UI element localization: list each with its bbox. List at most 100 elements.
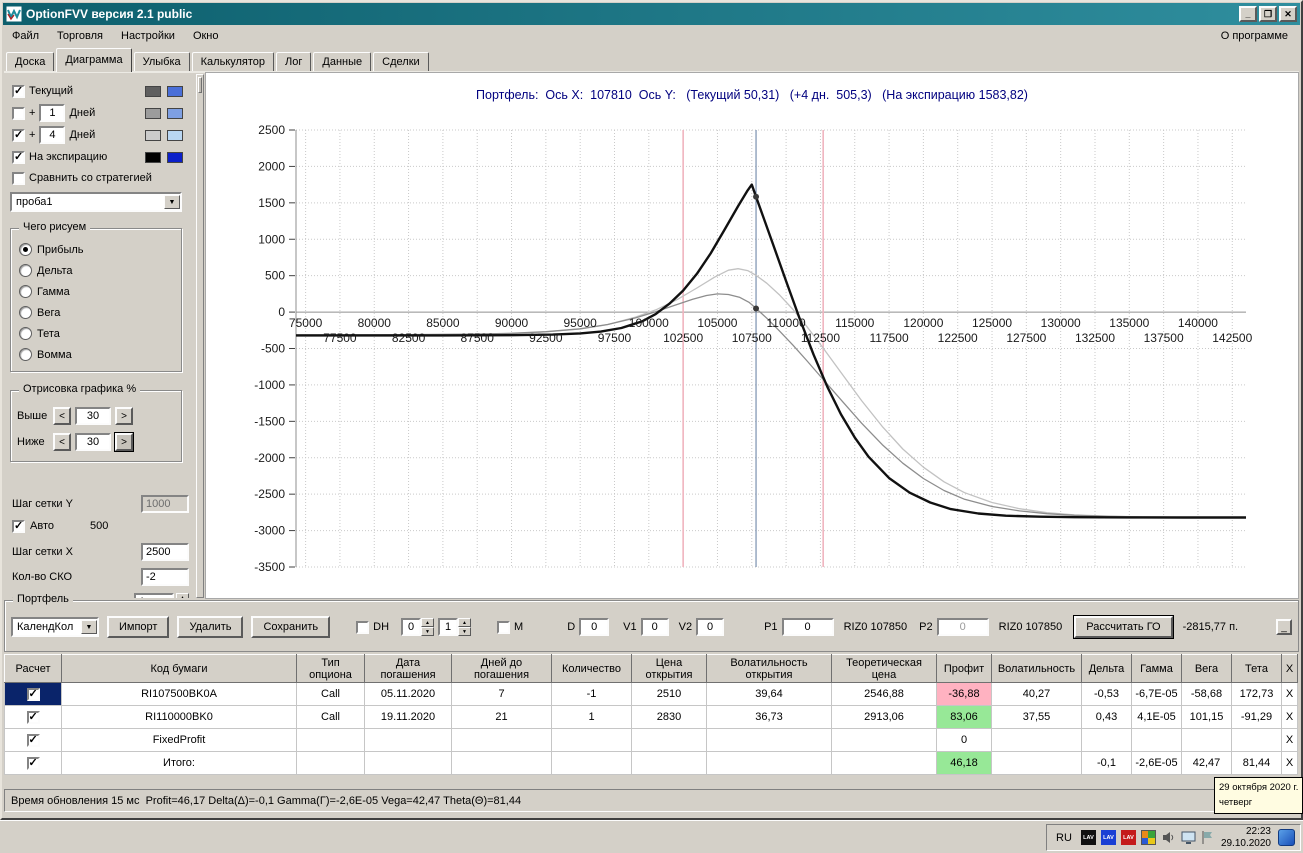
below-percent-input[interactable] bbox=[75, 433, 111, 451]
gamma-radio[interactable] bbox=[19, 285, 32, 298]
taskbar[interactable]: RU LAV LAV LAV 22:23 29.10.2020 bbox=[0, 820, 1303, 853]
col-header-gamma[interactable]: Гамма bbox=[1131, 654, 1182, 683]
plus4-color-swatch-1[interactable] bbox=[145, 129, 161, 141]
cube-icon[interactable] bbox=[1140, 830, 1156, 845]
radio-row-vomma[interactable]: Вомма bbox=[19, 344, 181, 365]
tab-ulybka[interactable]: Улыбка bbox=[133, 52, 190, 72]
profit-radio[interactable] bbox=[19, 243, 32, 256]
dh-spin1-input[interactable] bbox=[401, 618, 422, 636]
tab-diagramma[interactable]: Диаграмма bbox=[56, 48, 132, 72]
row-delete-button[interactable]: Х bbox=[1281, 728, 1298, 752]
close-button[interactable]: ✕ bbox=[1279, 6, 1297, 22]
row-calc-cell[interactable] bbox=[4, 751, 62, 775]
minimize-button[interactable]: _ bbox=[1239, 6, 1257, 22]
plus1-color-swatch-1[interactable] bbox=[145, 107, 161, 119]
lav-black-icon[interactable]: LAV bbox=[1080, 830, 1096, 845]
expiration-color-swatch-1[interactable] bbox=[145, 151, 161, 163]
radio-row-theta[interactable]: Тета bbox=[19, 323, 181, 344]
plus4-days-input[interactable] bbox=[39, 126, 66, 144]
monitor-icon[interactable] bbox=[1181, 830, 1196, 845]
compare-strategy-checkbox[interactable] bbox=[12, 171, 25, 185]
col-header-open-vol[interactable]: Волатильность открытия bbox=[706, 654, 832, 683]
tab-log[interactable]: Лог bbox=[276, 52, 312, 72]
menu-about[interactable]: О программе bbox=[1209, 26, 1300, 46]
strategy-select[interactable]: проба1 ▼ bbox=[10, 192, 182, 212]
row-calc-checkbox[interactable] bbox=[26, 756, 40, 770]
spin-down-icon[interactable] bbox=[458, 627, 472, 636]
below-increase-button[interactable]: > bbox=[114, 432, 134, 452]
menu-window[interactable]: Окно bbox=[184, 26, 228, 46]
panel-splitter[interactable] bbox=[196, 74, 204, 598]
expiration-color-swatch-2[interactable] bbox=[167, 151, 183, 163]
row-delete-button[interactable]: Х bbox=[1281, 705, 1298, 729]
menu-trade[interactable]: Торговля bbox=[48, 26, 112, 46]
import-button[interactable]: Импорт bbox=[107, 616, 170, 638]
menu-settings[interactable]: Настройки bbox=[112, 26, 184, 46]
tab-dannye[interactable]: Данные bbox=[313, 52, 372, 72]
plus1-color-swatch-2[interactable] bbox=[167, 107, 183, 119]
titlebar[interactable]: OptionFVV версия 2.1 public _ ❐ ✕ bbox=[3, 3, 1300, 25]
tab-doska[interactable]: Доска bbox=[6, 52, 55, 72]
col-header-vega[interactable]: Вега bbox=[1181, 654, 1232, 683]
grid-step-x-input[interactable] bbox=[141, 543, 189, 561]
current-color-swatch-2[interactable] bbox=[167, 85, 183, 97]
plus1-days-input[interactable] bbox=[39, 104, 66, 122]
flag-icon[interactable] bbox=[1201, 830, 1214, 845]
network-icon[interactable] bbox=[1278, 829, 1295, 846]
col-header-profit[interactable]: Профит bbox=[936, 654, 992, 683]
calc-go-button[interactable]: Рассчитать ГО bbox=[1073, 615, 1174, 639]
dh-checkbox[interactable] bbox=[356, 620, 370, 634]
radio-row-vega[interactable]: Вега bbox=[19, 302, 181, 323]
delta-radio[interactable] bbox=[19, 264, 32, 277]
plus1-days-checkbox[interactable] bbox=[12, 106, 25, 120]
dh-spin2-input[interactable] bbox=[438, 618, 459, 636]
vomma-radio[interactable] bbox=[19, 348, 32, 361]
current-line-checkbox[interactable] bbox=[12, 84, 25, 98]
current-color-swatch-1[interactable] bbox=[145, 85, 161, 97]
row-calc-cell[interactable] bbox=[4, 728, 62, 752]
chevron-down-icon[interactable]: ▼ bbox=[81, 620, 97, 634]
row-delete-button[interactable]: Х bbox=[1281, 751, 1298, 775]
above-percent-input[interactable] bbox=[75, 407, 111, 425]
tab-kalkulyator[interactable]: Калькулятор bbox=[191, 52, 275, 72]
col-header-calc[interactable]: Расчет bbox=[4, 654, 62, 683]
m-checkbox[interactable] bbox=[497, 620, 511, 634]
dh-spinner-1[interactable] bbox=[401, 618, 435, 636]
radio-row-gamma[interactable]: Гамма bbox=[19, 281, 181, 302]
col-header-theo-price[interactable]: Теоретическая цена bbox=[831, 654, 937, 683]
row-calc-checkbox[interactable] bbox=[26, 733, 40, 747]
tray-clock[interactable]: 22:23 29.10.2020 bbox=[1219, 826, 1273, 850]
d-input[interactable] bbox=[579, 618, 610, 636]
col-header-open-price[interactable]: Цена открытия bbox=[631, 654, 707, 683]
plus4-days-checkbox[interactable] bbox=[12, 128, 25, 142]
col-header-days-left[interactable]: Дней до погашения bbox=[451, 654, 552, 683]
vega-radio[interactable] bbox=[19, 306, 32, 319]
col-header-delta[interactable]: Дельта bbox=[1081, 654, 1132, 683]
col-header-expiry-date[interactable]: Дата погашения bbox=[364, 654, 452, 683]
auto-checkbox[interactable] bbox=[12, 519, 25, 533]
col-header-type[interactable]: Тип опциона bbox=[296, 654, 365, 683]
plus4-color-swatch-2[interactable] bbox=[167, 129, 183, 141]
days-count-input[interactable] bbox=[134, 593, 174, 598]
p2-input[interactable] bbox=[936, 618, 989, 636]
radio-row-delta[interactable]: Дельта bbox=[19, 260, 181, 281]
col-header-volatility[interactable]: Волатильность bbox=[991, 654, 1082, 683]
p1-input[interactable] bbox=[781, 618, 834, 636]
above-decrease-button[interactable]: < bbox=[53, 407, 71, 425]
v1-input[interactable] bbox=[640, 618, 669, 636]
row-calc-cell[interactable] bbox=[4, 682, 62, 706]
restore-button[interactable]: ❐ bbox=[1259, 6, 1277, 22]
col-header-code[interactable]: Код бумаги bbox=[61, 654, 297, 683]
lav-blue-icon[interactable]: LAV bbox=[1100, 830, 1116, 845]
speaker-icon[interactable] bbox=[1161, 830, 1176, 845]
above-increase-button[interactable]: > bbox=[115, 407, 133, 425]
portfolio-collapse-button[interactable]: _ bbox=[1276, 619, 1292, 635]
expiration-checkbox[interactable] bbox=[12, 150, 25, 164]
v2-input[interactable] bbox=[696, 618, 725, 636]
days-count-spinner[interactable] bbox=[176, 593, 189, 598]
col-header-theta[interactable]: Тета bbox=[1231, 654, 1282, 683]
spin-down-icon[interactable] bbox=[421, 627, 435, 636]
lav-red-icon[interactable]: LAV bbox=[1120, 830, 1136, 845]
row-delete-button[interactable]: Х bbox=[1281, 682, 1298, 706]
row-calc-checkbox[interactable] bbox=[26, 687, 40, 701]
